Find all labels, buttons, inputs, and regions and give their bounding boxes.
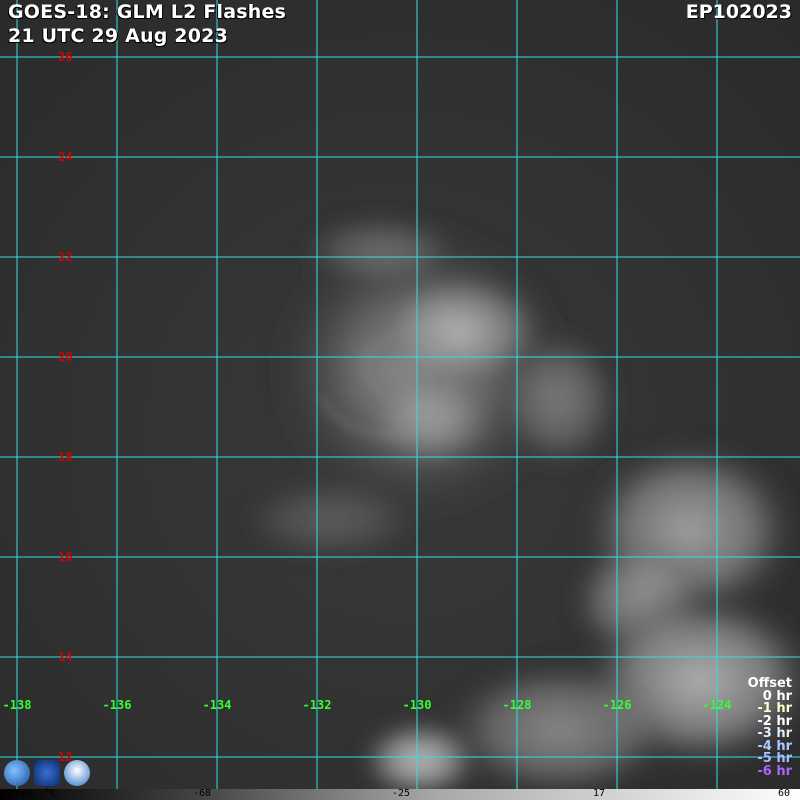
latitude-label: 16 (58, 550, 73, 564)
rammb-logo-icon (64, 760, 90, 786)
noaa-logo-icon (4, 760, 30, 786)
longitude-label: -138 (2, 698, 32, 712)
legend-item: -6 hr (757, 763, 792, 779)
nasa-logo-icon (34, 760, 60, 786)
time-offset-legend: Offset 0 hr -1 hr -2 hr -3 hr -4 hr -5 hr -6 h… (748, 677, 792, 779)
longitude-label: -132 (302, 698, 332, 712)
latitude-label: 18 (58, 450, 73, 464)
longitude-label: -134 (202, 698, 232, 712)
agency-logos (4, 758, 90, 788)
colorbar-tick-label: °C (44, 788, 57, 799)
latitude-label: 14 (58, 650, 73, 664)
colorbar-tick-label: -110 (8, 788, 33, 799)
longitude-label: -128 (502, 698, 532, 712)
colorbar-tick-label: 17 (593, 788, 606, 799)
latitude-label: 24 (58, 150, 73, 164)
latitude-label: 20 (58, 350, 73, 364)
longitude-label: -136 (102, 698, 132, 712)
colorbar-tick-label: 60 (778, 788, 791, 799)
longitude-label: -130 (402, 698, 432, 712)
latitude-label: 26 (58, 50, 73, 64)
longitude-label: -126 (602, 698, 632, 712)
storm-id-label: EP102023 (685, 1, 792, 23)
satellite-map (0, 0, 800, 800)
title-timestamp: 21 UTC 29 Aug 2023 (8, 25, 228, 47)
title-satellite-product: GOES-18: GLM L2 Flashes (8, 1, 287, 23)
longitude-label: -124 (702, 698, 732, 712)
colorbar-tick-label: -25 (392, 788, 411, 799)
colorbar-tick-label: -68 (193, 788, 212, 799)
latitude-label: 22 (58, 250, 73, 264)
